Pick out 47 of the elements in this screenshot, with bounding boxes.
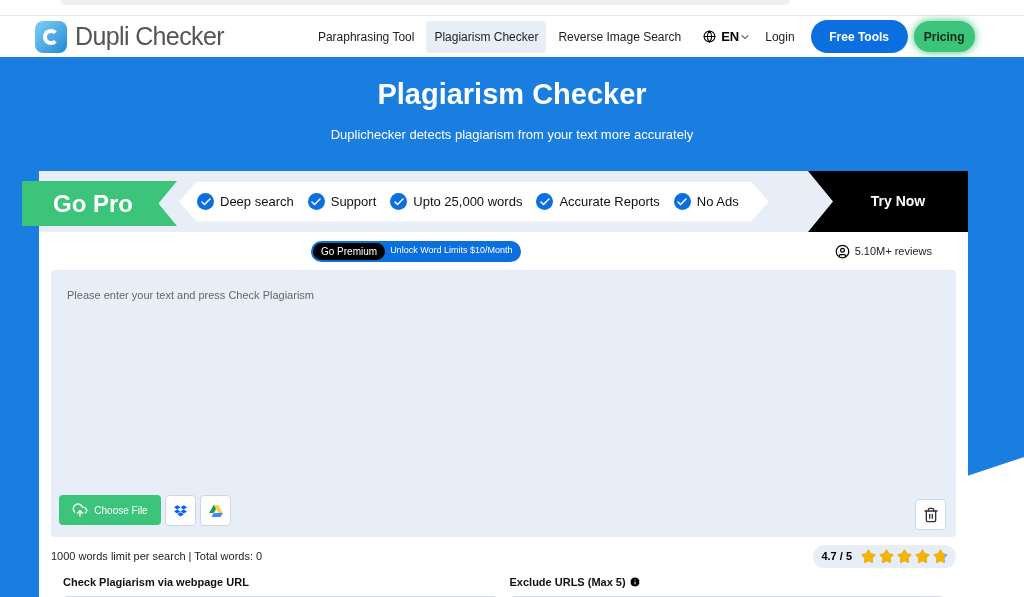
page-subtitle: Duplichecker detects plagiarism from your text more accurately xyxy=(330,125,694,144)
check-icon xyxy=(536,193,554,210)
go-pro-ribbon: Go Pro xyxy=(22,181,177,226)
star-icon xyxy=(915,549,930,564)
nav-link[interactable]: Paraphrasing Tool xyxy=(309,20,423,53)
upload-icon xyxy=(72,502,89,518)
nav-link[interactable]: Plagiarism Checker xyxy=(426,20,547,53)
drive-icon xyxy=(208,504,223,517)
rating-score: 4.7 / 5 xyxy=(821,549,852,565)
check-icon xyxy=(307,193,325,210)
free-tools-button[interactable]: Free Tools xyxy=(810,20,908,53)
language-selector[interactable]: EN xyxy=(721,26,752,47)
premium-pill[interactable]: Go Premium Unlock Word Limits $10/Month xyxy=(311,240,521,262)
logo-icon xyxy=(35,20,67,53)
check-icon xyxy=(673,193,691,210)
star-icon xyxy=(861,549,876,564)
info-icon xyxy=(628,576,641,589)
user-icon xyxy=(834,243,850,259)
nav-link[interactable]: Reverse Image Search xyxy=(550,20,690,53)
url-section-label: Check Plagiarism via webpage URL xyxy=(63,575,249,590)
go-premium-label: Go Premium xyxy=(313,242,386,260)
text-input[interactable]: Please enter your text and press Check Plagiarism xyxy=(51,270,956,470)
try-now-button[interactable]: Try Now xyxy=(808,171,968,232)
trash-icon xyxy=(922,506,939,523)
drive-button[interactable] xyxy=(200,495,231,526)
login-link[interactable]: Login xyxy=(765,27,795,46)
reviews-count: 5.10M+ reviews xyxy=(854,243,932,259)
star-icon xyxy=(897,549,912,564)
feature-label: No Ads xyxy=(696,192,739,211)
page-title: Plagiarism Checker xyxy=(377,77,647,112)
dropbox-button[interactable] xyxy=(165,495,196,526)
feature-label: Accurate Reports xyxy=(559,192,660,211)
star-icon xyxy=(933,549,948,564)
feature-label: Deep search xyxy=(220,192,294,211)
feature-label: Upto 25,000 words xyxy=(413,192,523,211)
feature-label: Support xyxy=(330,192,377,211)
star-icon xyxy=(879,549,894,564)
check-icon xyxy=(390,193,408,210)
pricing-button[interactable]: Pricing xyxy=(913,21,975,52)
check-icon xyxy=(197,193,214,210)
word-limit-text: 1000 words limit per search | Total words: 0 xyxy=(51,549,263,565)
offer-label: Unlock Word Limits $10/Month xyxy=(390,244,513,258)
delete-button[interactable] xyxy=(915,499,946,530)
globe-icon xyxy=(703,30,717,43)
dropbox-icon xyxy=(174,504,187,517)
url-section-label: Exclude URLS (Max 5) xyxy=(509,575,626,590)
logo-text[interactable]: Dupli Checker xyxy=(75,17,224,56)
